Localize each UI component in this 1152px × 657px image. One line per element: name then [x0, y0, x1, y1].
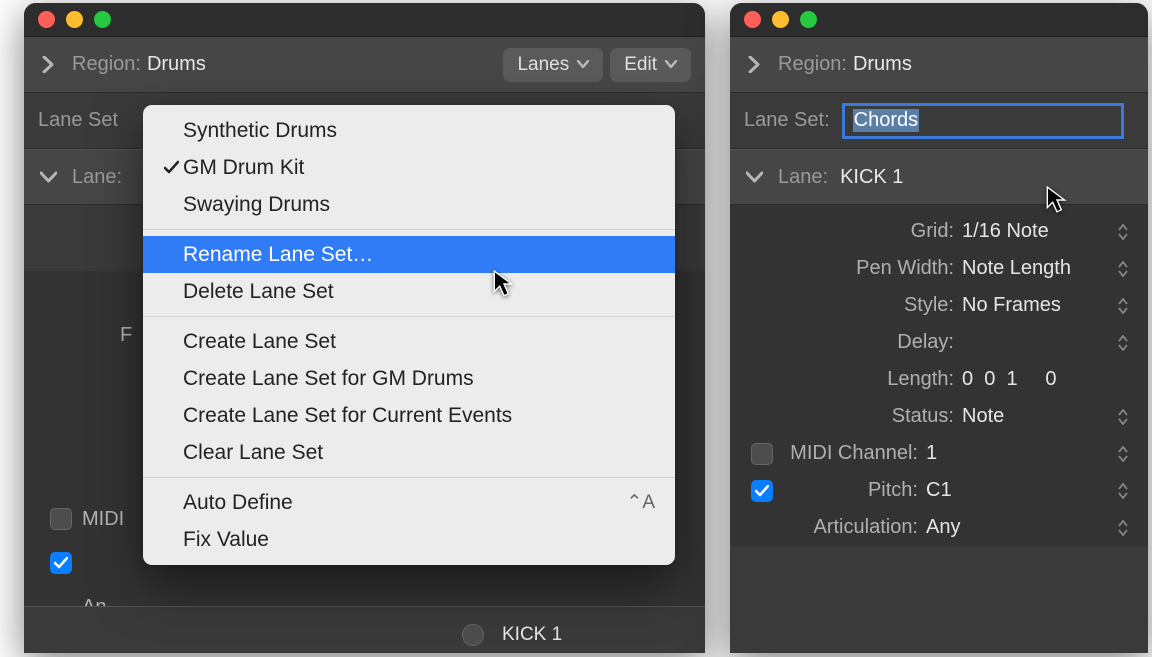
- lane-label: Lane:: [72, 166, 122, 189]
- region-header: Region: Drums: [730, 37, 1148, 93]
- grid-label: Grid:: [780, 220, 962, 243]
- chevron-down-icon: [665, 60, 677, 69]
- lane-set-menu: Synthetic Drums GM Drum Kit Swaying Drum…: [143, 105, 675, 565]
- menu-separator: [143, 316, 675, 317]
- zoom-icon[interactable]: [800, 11, 817, 28]
- lane-set-label: Lane Set: [38, 109, 118, 132]
- menu-item-delete-lane-set[interactable]: Delete Lane Set: [143, 273, 675, 310]
- chevron-right-icon[interactable]: [38, 56, 58, 73]
- style-label: Style:: [780, 294, 962, 317]
- menu-item-create-lane-set[interactable]: Create Lane Set: [143, 323, 675, 360]
- chevron-down-icon[interactable]: [744, 171, 764, 183]
- stepper-icon[interactable]: [1118, 257, 1132, 281]
- stepper-icon[interactable]: [1118, 331, 1132, 355]
- titlebar: [730, 3, 1148, 37]
- zoom-icon[interactable]: [94, 11, 111, 28]
- menu-shortcut: ⌃A: [626, 491, 655, 514]
- menu-separator: [143, 477, 675, 478]
- lane-set-input-value: Chords: [853, 109, 919, 132]
- articulation-label: Articulation:: [780, 516, 926, 539]
- minimize-icon[interactable]: [772, 11, 789, 28]
- menu-item-create-lane-set-gm[interactable]: Create Lane Set for GM Drums: [143, 360, 675, 397]
- left-window: Region: Drums Lanes Edit Lane Set Lane: …: [24, 3, 705, 653]
- lane-set-row: Lane Set: Chords: [730, 93, 1148, 149]
- menu-item-swaying-drums[interactable]: Swaying Drums: [143, 186, 675, 223]
- pitch-value[interactable]: C1: [926, 479, 1134, 502]
- region-value[interactable]: Drums: [147, 53, 206, 76]
- edit-menu-button[interactable]: Edit: [610, 48, 691, 82]
- check-icon: [159, 160, 183, 175]
- menu-item-create-lane-set-events[interactable]: Create Lane Set for Current Events: [143, 397, 675, 434]
- lanes-menu-button[interactable]: Lanes: [503, 48, 603, 82]
- bottom-lane-value: KICK 1: [502, 624, 562, 646]
- edit-button-label: Edit: [624, 54, 657, 76]
- menu-item-synthetic-drums[interactable]: Synthetic Drums: [143, 112, 675, 149]
- stepper-icon[interactable]: [1118, 479, 1132, 503]
- stepper-icon[interactable]: [1118, 294, 1132, 318]
- status-label: Status:: [780, 405, 962, 428]
- minimize-icon[interactable]: [66, 11, 83, 28]
- style-value[interactable]: No Frames: [962, 294, 1134, 317]
- lane-set-input[interactable]: Chords: [842, 103, 1124, 139]
- close-icon[interactable]: [38, 11, 55, 28]
- pitch-checkbox[interactable]: [751, 480, 773, 502]
- menu-item-rename-lane-set[interactable]: Rename Lane Set…: [143, 236, 675, 273]
- menu-item-gm-drum-kit[interactable]: GM Drum Kit: [143, 149, 675, 186]
- chevron-down-icon: [577, 60, 589, 69]
- lane-value[interactable]: KICK 1: [840, 166, 903, 189]
- lane-set-label: Lane Set:: [744, 109, 830, 132]
- delay-label: Delay:: [780, 331, 962, 354]
- menu-item-auto-define[interactable]: Auto Define ⌃A: [143, 484, 675, 521]
- length-label: Length:: [780, 368, 962, 391]
- status-value[interactable]: Note: [962, 405, 1134, 428]
- stepper-icon[interactable]: [1118, 220, 1132, 244]
- region-label: Region:: [778, 53, 847, 76]
- chevron-right-icon[interactable]: [744, 56, 764, 73]
- pen-width-value[interactable]: Note Length: [962, 257, 1134, 280]
- titlebar: [24, 3, 705, 37]
- region-label: Region:: [72, 53, 141, 76]
- menu-item-clear-lane-set[interactable]: Clear Lane Set: [143, 434, 675, 471]
- midi-checkbox[interactable]: [751, 443, 773, 465]
- stepper-icon[interactable]: [1118, 405, 1132, 429]
- grid-value[interactable]: 1/16 Note: [962, 220, 1134, 243]
- checkbox-checked-icon[interactable]: [50, 552, 72, 574]
- stepper-icon[interactable]: [1118, 442, 1132, 466]
- midi-channel-value[interactable]: 1: [926, 442, 1134, 465]
- right-body: Grid: 1/16 Note Pen Width: Note Length: [730, 205, 1148, 546]
- lane-properties: Grid: 1/16 Note Pen Width: Note Length: [730, 205, 1148, 546]
- menu-item-fix-value[interactable]: Fix Value: [143, 521, 675, 558]
- region-value[interactable]: Drums: [853, 53, 912, 76]
- lanes-button-label: Lanes: [517, 54, 569, 76]
- lane-header[interactable]: Lane: KICK 1: [730, 149, 1148, 205]
- pen-width-label: Pen Width:: [780, 257, 962, 280]
- lane-label: Lane:: [778, 166, 828, 189]
- right-window: Region: Drums Lane Set: Chords Lane: KIC…: [730, 3, 1148, 653]
- bottom-lane-row[interactable]: KICK 1: [24, 606, 705, 653]
- midi-channel-label: MIDI Channel:: [780, 442, 926, 465]
- chevron-down-icon[interactable]: [38, 171, 58, 183]
- pitch-label: Pitch:: [780, 479, 926, 502]
- checkbox-icon[interactable]: [50, 508, 72, 530]
- radio-icon[interactable]: [462, 624, 484, 646]
- close-icon[interactable]: [744, 11, 761, 28]
- menu-separator: [143, 229, 675, 230]
- region-header: Region: Drums Lanes Edit: [24, 37, 705, 93]
- length-value[interactable]: 0 0 1 0: [962, 368, 1134, 391]
- articulation-value[interactable]: Any: [926, 516, 1134, 539]
- stepper-icon[interactable]: [1118, 516, 1132, 540]
- midi-label: MIDI: [82, 508, 124, 531]
